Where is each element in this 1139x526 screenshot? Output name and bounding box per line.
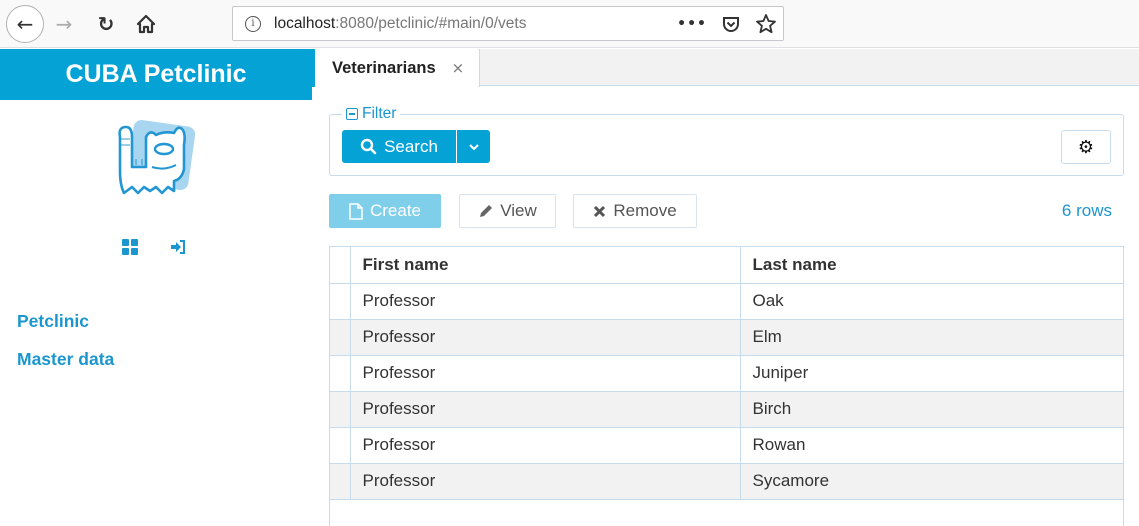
search-button[interactable]: Search bbox=[342, 130, 456, 163]
app-title: CUBA Petclinic bbox=[0, 49, 312, 100]
close-icon[interactable]: × bbox=[452, 59, 465, 77]
row-selector[interactable] bbox=[330, 354, 351, 392]
row-selector[interactable] bbox=[330, 462, 351, 500]
cell-last-name[interactable]: Elm bbox=[739, 318, 1124, 356]
reload-button[interactable]: ↻ bbox=[90, 8, 122, 40]
row-selector[interactable] bbox=[330, 318, 351, 356]
cell-last-name[interactable]: Juniper bbox=[739, 354, 1124, 392]
cell-last-name[interactable]: Oak bbox=[739, 282, 1124, 320]
menu-item-petclinic[interactable]: Petclinic bbox=[17, 311, 114, 332]
cell-last-name[interactable]: Rowan bbox=[739, 426, 1124, 464]
column-header-last-name[interactable]: Last name bbox=[739, 247, 1124, 284]
collapse-icon bbox=[346, 108, 358, 120]
view-button[interactable]: View bbox=[459, 194, 556, 228]
view-label: View bbox=[500, 201, 537, 220]
url-text[interactable]: localhost:8080/petclinic/#main/0/vets bbox=[274, 15, 526, 33]
forward-button[interactable]: → bbox=[48, 8, 80, 40]
cell-last-name[interactable]: Birch bbox=[739, 390, 1124, 428]
search-label: Search bbox=[384, 136, 438, 156]
more-icon[interactable]: ••• bbox=[677, 16, 707, 32]
tab-veterinarians[interactable]: Veterinarians × bbox=[312, 49, 480, 87]
browser-toolbar: ← → ↻ i localhost:8080/petclinic/#main/0… bbox=[0, 0, 1139, 48]
cell-first-name[interactable]: Professor bbox=[349, 462, 741, 500]
search-icon bbox=[360, 138, 377, 155]
filter-label: Filter bbox=[362, 105, 397, 122]
table-row[interactable]: Professor Oak bbox=[330, 282, 1124, 320]
remove-label: Remove bbox=[613, 201, 677, 220]
vets-table: First name Last name Professor Oak Profess… bbox=[329, 246, 1124, 526]
chevron-down-icon bbox=[468, 143, 479, 150]
cell-first-name[interactable]: Professor bbox=[349, 354, 741, 392]
table-row[interactable]: Professor Sycamore bbox=[330, 462, 1124, 500]
row-selector[interactable] bbox=[330, 282, 351, 320]
table-row[interactable]: Professor Elm bbox=[330, 318, 1124, 356]
tab-bar: Veterinarians × bbox=[312, 49, 1139, 87]
table-row[interactable]: Professor Rowan bbox=[330, 426, 1124, 464]
table-row[interactable]: Professor Birch bbox=[330, 390, 1124, 428]
row-selector-header bbox=[330, 247, 351, 284]
pocket-icon[interactable] bbox=[721, 14, 741, 34]
url-host: localhost bbox=[274, 14, 336, 32]
search-options-button[interactable] bbox=[457, 130, 490, 163]
cell-first-name[interactable]: Professor bbox=[349, 282, 741, 320]
main-menu: Petclinic Master data bbox=[17, 311, 114, 387]
cell-first-name[interactable]: Professor bbox=[349, 390, 741, 428]
close-x-icon bbox=[594, 205, 606, 217]
create-button[interactable]: Create bbox=[329, 194, 441, 228]
filter-panel: Filter Search ⚙ bbox=[329, 105, 1124, 176]
url-path: :8080/petclinic/#main/0/vets bbox=[335, 14, 527, 32]
table-row[interactable]: Professor Juniper bbox=[330, 354, 1124, 392]
row-selector[interactable] bbox=[330, 390, 351, 428]
main-area: Veterinarians × Filter Search ⚙ Create V… bbox=[312, 49, 1139, 526]
cat-logo bbox=[118, 120, 196, 195]
forward-icon: → bbox=[55, 12, 73, 36]
menu-item-master-data[interactable]: Master data bbox=[17, 349, 114, 370]
filter-toggle[interactable]: Filter bbox=[342, 105, 401, 123]
home-icon bbox=[136, 14, 156, 34]
cell-first-name[interactable]: Professor bbox=[349, 426, 741, 464]
home-button[interactable] bbox=[130, 8, 162, 40]
back-button[interactable]: ← bbox=[6, 5, 44, 43]
grid-icon[interactable] bbox=[122, 239, 138, 259]
reload-icon: ↻ bbox=[97, 12, 115, 36]
column-header-first-name[interactable]: First name bbox=[349, 247, 741, 284]
sidebar: CUBA Petclinic Petclinic Master data bbox=[0, 49, 312, 522]
pencil-icon bbox=[480, 204, 493, 217]
filter-settings-button[interactable]: ⚙ bbox=[1061, 130, 1111, 164]
tab-label: Veterinarians bbox=[332, 58, 436, 77]
info-icon[interactable]: i bbox=[245, 15, 261, 32]
file-icon bbox=[349, 202, 363, 220]
create-label: Create bbox=[369, 201, 422, 220]
table-header-row: First name Last name bbox=[330, 247, 1124, 284]
row-selector[interactable] bbox=[330, 426, 351, 464]
cell-first-name[interactable]: Professor bbox=[349, 318, 741, 356]
address-bar[interactable]: i localhost:8080/petclinic/#main/0/vets … bbox=[232, 6, 784, 41]
back-icon: ← bbox=[16, 12, 34, 36]
cell-last-name[interactable]: Sycamore bbox=[739, 462, 1124, 500]
rows-count[interactable]: 6 rows bbox=[1062, 201, 1112, 221]
remove-button[interactable]: Remove bbox=[573, 194, 697, 228]
bookmark-star-icon[interactable] bbox=[755, 13, 777, 35]
gear-icon: ⚙ bbox=[1077, 136, 1095, 158]
sign-in-icon[interactable] bbox=[170, 239, 186, 259]
